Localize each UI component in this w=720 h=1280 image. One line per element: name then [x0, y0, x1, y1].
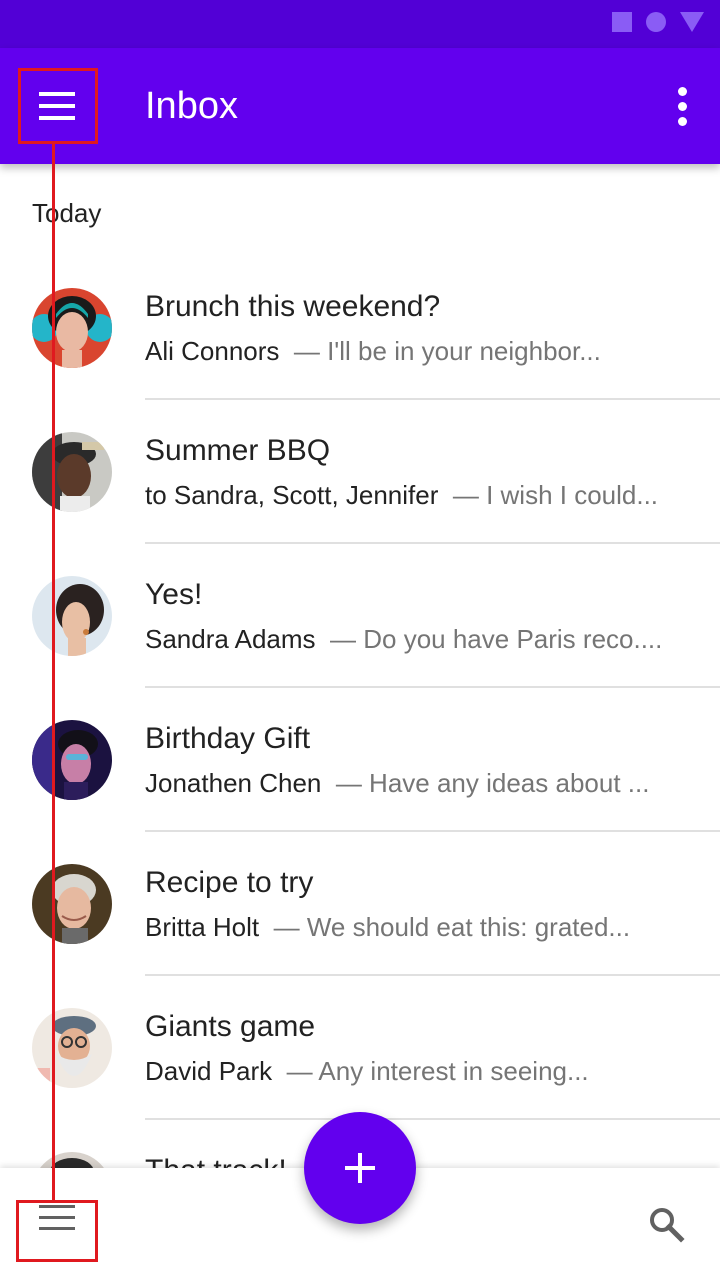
- add-icon: [345, 1153, 375, 1183]
- message-subtitle: David Park — Any interest in seeing...: [145, 1056, 710, 1087]
- message-snippet: — We should eat this: grated...: [273, 912, 631, 942]
- message-snippet: — Do you have Paris reco....: [330, 624, 663, 654]
- section-header: Today: [32, 198, 102, 228]
- avatar: [32, 432, 112, 512]
- message-title: Birthday Gift: [145, 722, 311, 755]
- list-item[interactable]: Yes! Sandra Adams — Do you have Paris re…: [0, 544, 720, 688]
- avatar: [32, 1008, 112, 1088]
- avatar: [32, 576, 112, 656]
- message-title: Recipe to try: [145, 866, 314, 899]
- list-item[interactable]: Summer BBQ to Sandra, Scott, Jennifer — …: [0, 400, 720, 544]
- message-snippet: — Any interest in seeing...: [286, 1056, 589, 1086]
- message-subtitle: Ali Connors — I'll be in your neighbor..…: [145, 336, 710, 367]
- bottom-menu-button[interactable]: [20, 1178, 94, 1256]
- message-sender: to Sandra, Scott, Jennifer: [145, 480, 439, 510]
- avatar: [32, 720, 112, 800]
- avatar: [32, 864, 112, 944]
- inbox-screen: Inbox Today Brunch this weekend? Ali Con…: [0, 0, 720, 1280]
- search-button[interactable]: [646, 1204, 686, 1244]
- more-options-button[interactable]: [670, 84, 694, 128]
- message-title: Yes!: [145, 578, 203, 611]
- triangle-icon: [680, 12, 704, 32]
- list-item[interactable]: Giants game David Park — Any interest in…: [0, 976, 720, 1120]
- message-title: Summer BBQ: [145, 434, 331, 467]
- message-title: Giants game: [145, 1010, 316, 1043]
- message-subtitle: to Sandra, Scott, Jennifer — I wish I co…: [145, 480, 710, 511]
- message-title: Brunch this weekend?: [145, 290, 441, 323]
- compose-fab[interactable]: [304, 1112, 416, 1224]
- message-subtitle: Britta Holt — We should eat this: grated…: [145, 912, 710, 943]
- search-icon: [650, 1208, 685, 1243]
- message-subtitle: Sandra Adams — Do you have Paris reco...…: [145, 624, 710, 655]
- message-sender: Ali Connors: [145, 336, 280, 366]
- message-snippet: — I'll be in your neighbor...: [293, 336, 601, 366]
- menu-icon: [39, 92, 75, 120]
- more-vert-icon: [677, 86, 687, 96]
- list-item[interactable]: Recipe to try Britta Holt — We should ea…: [0, 832, 720, 976]
- message-sender: Jonathen Chen: [145, 768, 322, 798]
- circle-icon: [646, 12, 666, 32]
- square-icon: [612, 12, 632, 32]
- status-bar: [0, 0, 720, 48]
- message-snippet: — I wish I could...: [452, 480, 659, 510]
- top-app-bar: Inbox: [0, 48, 720, 164]
- message-sender: David Park: [145, 1056, 273, 1086]
- message-sender: Britta Holt: [145, 912, 260, 942]
- message-sender: Sandra Adams: [145, 624, 316, 654]
- status-icons: [612, 12, 704, 32]
- message-subtitle: Jonathen Chen — Have any ideas about ...: [145, 768, 710, 799]
- list-item[interactable]: Brunch this weekend? Ali Connors — I'll …: [0, 256, 720, 400]
- menu-button[interactable]: [20, 70, 94, 142]
- avatar: [32, 288, 112, 368]
- page-title: Inbox: [145, 85, 238, 127]
- list-item[interactable]: Birthday Gift Jonathen Chen — Have any i…: [0, 688, 720, 832]
- menu-icon: [39, 1204, 75, 1230]
- message-snippet: — Have any ideas about ...: [335, 768, 650, 798]
